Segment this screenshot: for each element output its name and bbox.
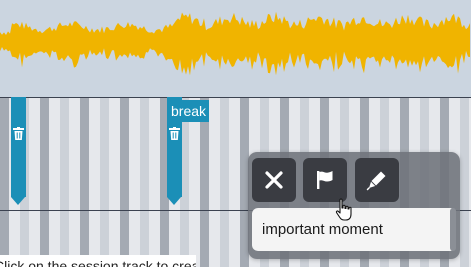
hint-text: Click on the session track to create a m… bbox=[0, 255, 196, 267]
mark-popup bbox=[248, 152, 460, 259]
mark-editor: break Click on the session track to crea… bbox=[0, 0, 471, 267]
mark-name-input[interactable] bbox=[252, 208, 456, 251]
mark-bar[interactable] bbox=[11, 97, 26, 197]
hint-label: Click on the session track to create a m… bbox=[0, 258, 196, 267]
track-stripe bbox=[60, 97, 69, 267]
pen-icon bbox=[366, 171, 386, 191]
track-stripe bbox=[460, 97, 469, 267]
track-stripe bbox=[120, 97, 129, 267]
trash-icon[interactable] bbox=[167, 123, 182, 143]
track-top-line bbox=[0, 97, 471, 98]
close-button[interactable] bbox=[252, 158, 296, 202]
flag-button[interactable] bbox=[303, 158, 347, 202]
mark-label[interactable]: break bbox=[168, 100, 210, 122]
track-stripe bbox=[200, 97, 209, 267]
flag-icon bbox=[317, 171, 333, 189]
trash-icon[interactable] bbox=[11, 123, 26, 143]
track-stripe bbox=[220, 97, 229, 267]
mark-pointer bbox=[11, 197, 25, 205]
track-stripe bbox=[140, 97, 149, 267]
waveform-graph bbox=[0, 11, 470, 76]
popup-scrollbar[interactable] bbox=[450, 208, 456, 251]
mark-pointer bbox=[167, 197, 181, 205]
hand-cursor-icon bbox=[335, 198, 352, 221]
waveform-path bbox=[0, 11, 470, 76]
track-stripe bbox=[100, 97, 109, 267]
close-icon bbox=[265, 171, 283, 189]
track-stripe bbox=[40, 97, 49, 267]
track-stripe bbox=[0, 97, 9, 267]
audio-waveform[interactable] bbox=[0, 0, 471, 97]
edit-button[interactable] bbox=[355, 158, 399, 202]
track-stripe bbox=[80, 97, 89, 267]
